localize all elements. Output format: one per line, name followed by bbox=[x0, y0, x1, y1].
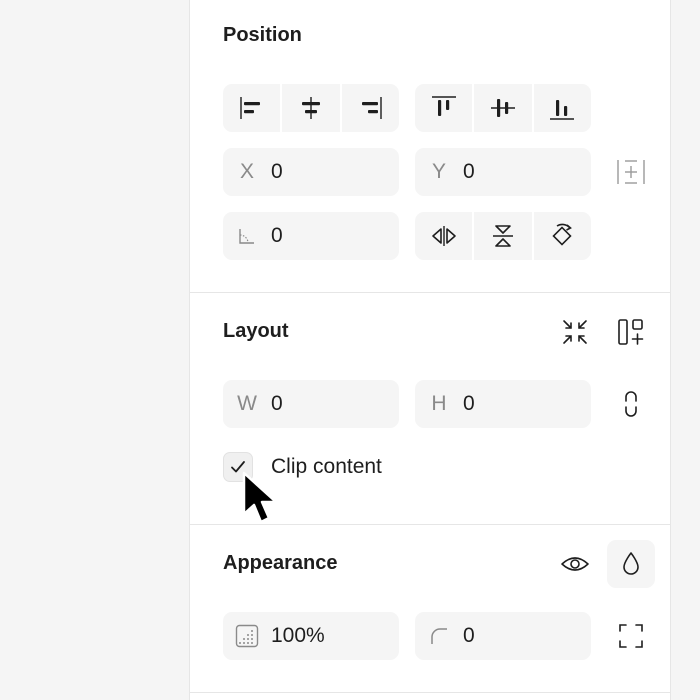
y-value: 0 bbox=[463, 160, 475, 183]
rotate-icon bbox=[552, 223, 573, 246]
section-divider bbox=[190, 292, 670, 293]
auto-layout-icon bbox=[618, 319, 644, 345]
rotation-icon bbox=[223, 226, 271, 246]
align-top-button[interactable] bbox=[415, 84, 472, 132]
horizontal-align-group bbox=[223, 84, 399, 132]
droplet-icon bbox=[623, 552, 639, 575]
properties-panel: Position X 0 Y 0 0 Layout W 0 H 0 Clip c… bbox=[189, 0, 671, 700]
corner-radius-icon bbox=[415, 626, 463, 646]
align-horizontal-center-button[interactable] bbox=[280, 84, 339, 132]
transform-group bbox=[415, 212, 591, 260]
align-top-icon bbox=[431, 96, 456, 116]
add-auto-layout-button[interactable] bbox=[607, 308, 655, 356]
align-horizontal-center-icon bbox=[301, 97, 320, 119]
flip-vertical-icon bbox=[492, 225, 513, 247]
width-field[interactable]: W 0 bbox=[223, 380, 399, 428]
align-bottom-icon bbox=[550, 100, 575, 120]
height-label: H bbox=[431, 392, 447, 415]
rotate-90-button[interactable] bbox=[531, 212, 591, 260]
resize-to-fit-button[interactable] bbox=[551, 308, 599, 356]
link-icon bbox=[625, 391, 637, 417]
opacity-field[interactable]: 100% bbox=[223, 612, 399, 660]
layout-section-title: Layout bbox=[223, 320, 289, 342]
constrain-proportions-button[interactable] bbox=[607, 380, 655, 428]
shrink-arrows-icon bbox=[563, 320, 587, 344]
rotation-field[interactable]: 0 bbox=[223, 212, 399, 260]
y-label: Y bbox=[431, 160, 446, 183]
height-field[interactable]: H 0 bbox=[415, 380, 591, 428]
opacity-value: 100% bbox=[271, 624, 325, 647]
appearance-section-title: Appearance bbox=[223, 552, 338, 574]
position-section-title: Position bbox=[223, 24, 302, 46]
align-left-icon bbox=[239, 97, 260, 119]
flip-horizontal-icon bbox=[431, 226, 456, 246]
corner-radius-field[interactable]: 0 bbox=[415, 612, 591, 660]
align-vertical-center-icon bbox=[490, 99, 515, 117]
x-value: 0 bbox=[271, 160, 283, 183]
vertical-align-group bbox=[415, 84, 591, 132]
section-divider bbox=[190, 692, 670, 693]
y-position-field[interactable]: Y 0 bbox=[415, 148, 591, 196]
align-right-button[interactable] bbox=[339, 84, 399, 132]
eye-icon bbox=[561, 557, 589, 571]
independent-corners-button[interactable] bbox=[607, 612, 655, 660]
toggle-visibility-button[interactable] bbox=[551, 540, 599, 588]
align-bottom-button[interactable] bbox=[531, 84, 591, 132]
constraints-button[interactable] bbox=[607, 148, 655, 196]
flip-vertical-button[interactable] bbox=[472, 212, 531, 260]
x-position-field[interactable]: X 0 bbox=[223, 148, 399, 196]
corner-radius-value: 0 bbox=[463, 624, 475, 647]
clip-content-label: Clip content bbox=[271, 455, 382, 478]
align-left-button[interactable] bbox=[223, 84, 280, 132]
mouse-pointer-icon bbox=[242, 471, 278, 524]
x-label: X bbox=[239, 160, 254, 183]
constraints-icon bbox=[617, 160, 645, 184]
flip-horizontal-button[interactable] bbox=[415, 212, 472, 260]
expand-corners-icon bbox=[619, 624, 643, 648]
opacity-icon bbox=[223, 624, 271, 648]
height-value: 0 bbox=[463, 392, 475, 415]
align-vertical-center-button[interactable] bbox=[472, 84, 531, 132]
width-label: W bbox=[237, 392, 257, 415]
width-value: 0 bbox=[271, 392, 283, 415]
align-right-icon bbox=[362, 97, 383, 119]
blend-mode-button[interactable] bbox=[607, 540, 655, 588]
rotation-value: 0 bbox=[271, 224, 283, 247]
